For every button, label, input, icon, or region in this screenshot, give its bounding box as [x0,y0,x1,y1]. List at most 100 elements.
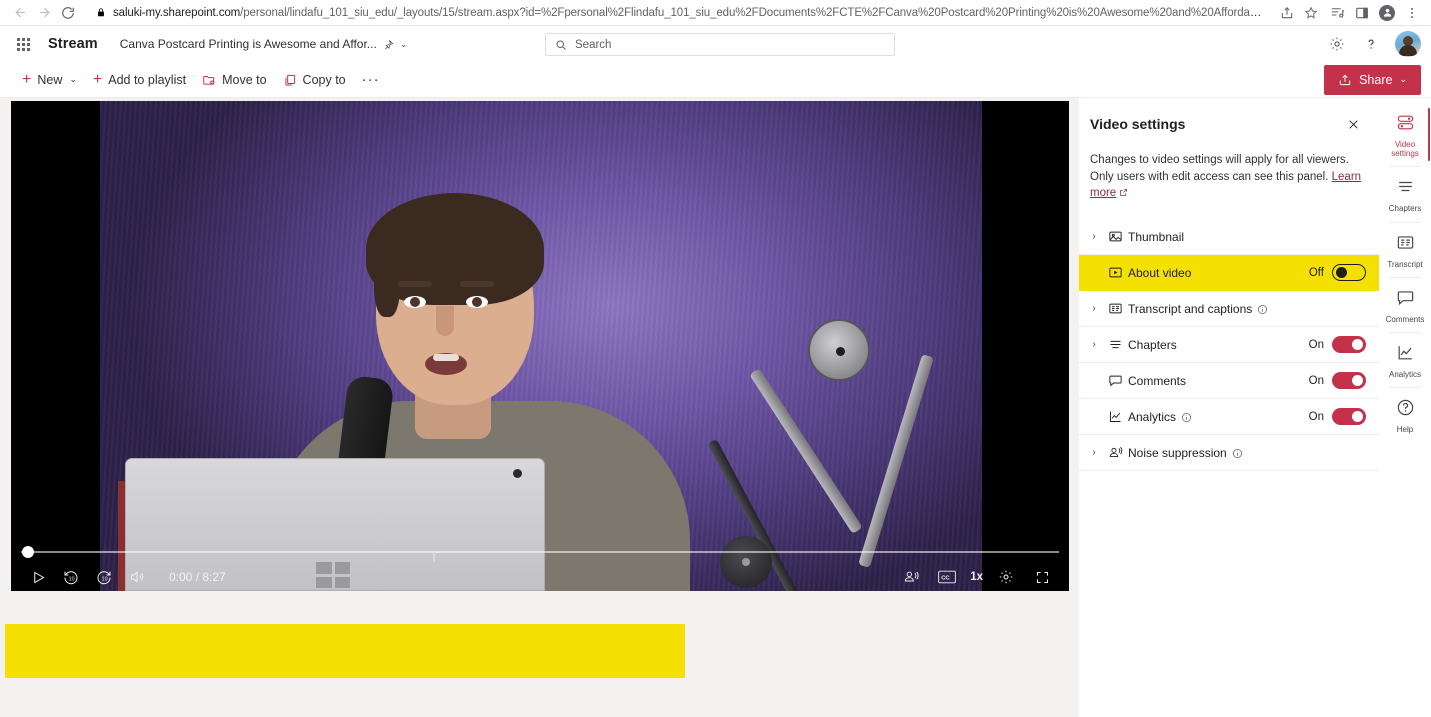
address-bar[interactable]: saluki-my.sharepoint.com/personal/lindaf… [88,2,1270,23]
rail-label: Video settings [1391,140,1419,159]
setting-row-transcript-and-captions[interactable]: › Transcript and captions [1079,291,1379,328]
svg-text:10: 10 [102,576,108,582]
new-button[interactable]: + New ⌄ [14,65,85,95]
pin-icon[interactable] [383,39,394,50]
video-frame [100,101,982,591]
copy-to-label: Copy to [302,72,346,87]
setting-row-thumbnail[interactable]: › Thumbnail [1079,219,1379,256]
reading-list-icon[interactable] [1326,2,1348,24]
setting-label: About video [1128,265,1192,280]
help-icon [1396,398,1415,422]
captions-icon[interactable]: CC [934,564,960,590]
info-icon[interactable] [1257,304,1268,315]
gear-icon[interactable] [993,564,1019,590]
svg-text:10: 10 [69,576,75,582]
setting-row-about-video[interactable]: About video Off [1079,255,1379,292]
video-progress-bar[interactable] [11,546,1069,562]
video-player[interactable]: 10 10 0:00 / 8:27 CC 1x [11,101,1069,591]
avatar[interactable] [1395,31,1421,57]
setting-label: Noise suppression [1128,446,1243,460]
profile-icon[interactable] [1376,2,1398,24]
setting-row-noise-suppression[interactable]: › Noise suppression [1079,435,1379,472]
info-icon[interactable] [1181,412,1192,423]
analytics-icon [1102,409,1128,424]
rail-label: Help [1396,425,1414,435]
analytics-icon [1396,343,1415,367]
move-to-icon [202,73,216,87]
noise-suppression-icon [1102,445,1128,460]
setting-label-text: Noise suppression [1128,445,1227,460]
share-icon [1338,73,1352,87]
move-to-button[interactable]: Move to [194,65,274,95]
side-panel-icon[interactable] [1351,2,1373,24]
play-icon[interactable] [25,564,51,590]
setting-label: Comments [1128,373,1187,388]
add-to-playlist-label: Add to playlist [108,72,187,87]
reload-icon[interactable] [56,2,80,24]
rail-item-transcript[interactable]: Transcript [1381,226,1429,274]
chevron-right-icon[interactable]: › [1086,447,1102,458]
analytics-toggle[interactable] [1332,408,1366,426]
app-launcher-icon[interactable] [8,29,38,59]
document-title-group[interactable]: Canva Postcard Printing is Awesome and A… [120,37,408,51]
about-video-toggle[interactable] [1332,264,1366,282]
rewind-10-icon[interactable]: 10 [58,564,84,590]
fullscreen-icon[interactable] [1029,564,1055,590]
setting-label: Chapters [1128,337,1177,352]
gear-icon[interactable] [1327,34,1347,54]
back-arrow-icon[interactable] [8,2,32,24]
thumbnail-icon [1102,229,1128,244]
chapters-toggle[interactable] [1332,336,1366,354]
setting-row-comments[interactable]: Comments On [1079,363,1379,400]
rail-item-video-settings[interactable]: Video settings [1381,106,1430,163]
settings-list: › Thumbnail About video Off › Transcript… [1079,219,1379,472]
share-label: Share [1359,72,1393,87]
star-icon[interactable] [1300,2,1322,24]
new-label: New [37,72,63,87]
copy-to-icon [283,73,297,87]
volume-icon[interactable] [124,564,150,590]
share-page-icon[interactable] [1276,2,1298,24]
app-name[interactable]: Stream [48,36,98,52]
info-icon[interactable] [1232,448,1243,459]
right-rail: Video settings Chapters Transcript Comme… [1379,98,1431,717]
forward-10-icon[interactable]: 10 [91,564,117,590]
video-settings-icon [1396,113,1415,137]
chevron-down-icon[interactable]: ⌄ [400,39,408,50]
noise-suppression-icon[interactable] [898,564,924,590]
share-button[interactable]: Share ⌄ [1324,64,1421,95]
comments-toggle[interactable] [1332,372,1366,390]
progress-thumb[interactable] [22,546,34,558]
forward-arrow-icon[interactable] [32,2,56,24]
browser-toolbar: saluki-my.sharepoint.com/personal/lindaf… [0,0,1431,26]
playback-speed-button[interactable]: 1x [970,571,983,583]
more-commands-button[interactable]: ··· [354,71,388,88]
rail-item-analytics[interactable]: Analytics [1381,336,1429,384]
chapters-icon [1102,337,1128,352]
three-dot-menu-icon[interactable] [1401,2,1423,24]
lock-icon [96,7,106,18]
close-icon[interactable] [1343,114,1363,134]
toggle-state-label: Off [1308,266,1324,279]
setting-label-text: Transcript and captions [1128,301,1253,316]
document-title: Canva Postcard Printing is Awesome and A… [119,37,377,51]
rail-label: Comments [1385,314,1425,324]
rail-item-chapters[interactable]: Chapters [1381,170,1429,218]
chapter-marker[interactable] [433,552,435,562]
rail-item-help[interactable]: Help [1381,391,1429,439]
rail-item-comments[interactable]: Comments [1381,281,1429,329]
chevron-right-icon[interactable]: › [1086,339,1102,350]
copy-to-button[interactable]: Copy to [275,65,354,95]
search-input[interactable]: Search [545,33,895,56]
comments-icon [1396,288,1415,312]
chevron-right-icon[interactable]: › [1086,231,1102,242]
setting-label: Thumbnail [1128,229,1185,244]
add-to-playlist-button[interactable]: + Add to playlist [85,65,194,95]
help-icon[interactable] [1361,34,1381,54]
chevron-right-icon[interactable]: › [1086,303,1102,314]
setting-row-analytics[interactable]: Analytics On [1079,399,1379,436]
setting-row-chapters[interactable]: › Chapters On [1079,327,1379,364]
panel-description-text: Changes to video settings will apply for… [1090,154,1349,183]
panel-title: Video settings [1090,116,1186,132]
main-content: 10 10 0:00 / 8:27 CC 1x Video settings C… [0,98,1431,717]
